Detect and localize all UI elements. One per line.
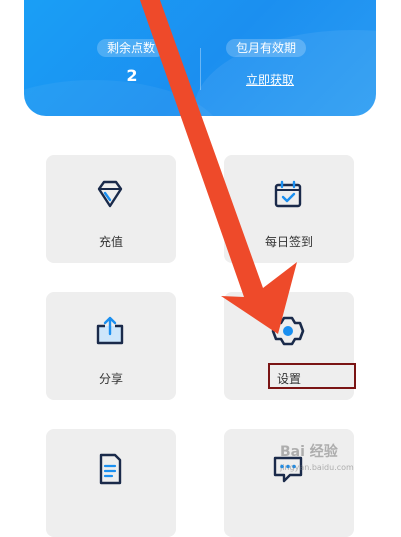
diamond-icon (97, 180, 123, 208)
tile-label: 充值 (98, 235, 123, 249)
get-now-link[interactable]: 立即获取 (246, 71, 294, 88)
banner-decoration (24, 80, 224, 116)
document-tile[interactable] (46, 429, 176, 537)
tile-label: 分享 (98, 372, 123, 386)
monthly-label: 包月有效期 (226, 39, 307, 57)
points-value: 2 (126, 66, 138, 85)
document-icon (99, 453, 122, 485)
points-label: 剩余点数 (97, 39, 166, 57)
share-tile[interactable]: 分享 (46, 292, 176, 400)
settings-highlight-box (268, 363, 356, 389)
watermark-url: jingyan.baidu.com (280, 463, 354, 472)
tile-label: 每日签到 (264, 235, 313, 249)
recharge-tile[interactable]: 充值 (46, 155, 176, 263)
banner-divider (200, 48, 201, 90)
calendar-check-icon (274, 180, 302, 208)
watermark-text: Bai 经验 (280, 444, 338, 460)
daily-checkin-tile[interactable]: 每日签到 (224, 155, 354, 263)
share-upload-icon (96, 316, 124, 345)
gear-icon (271, 316, 305, 346)
baidu-watermark: Bai 经验 jingyan.baidu.com (280, 441, 354, 472)
